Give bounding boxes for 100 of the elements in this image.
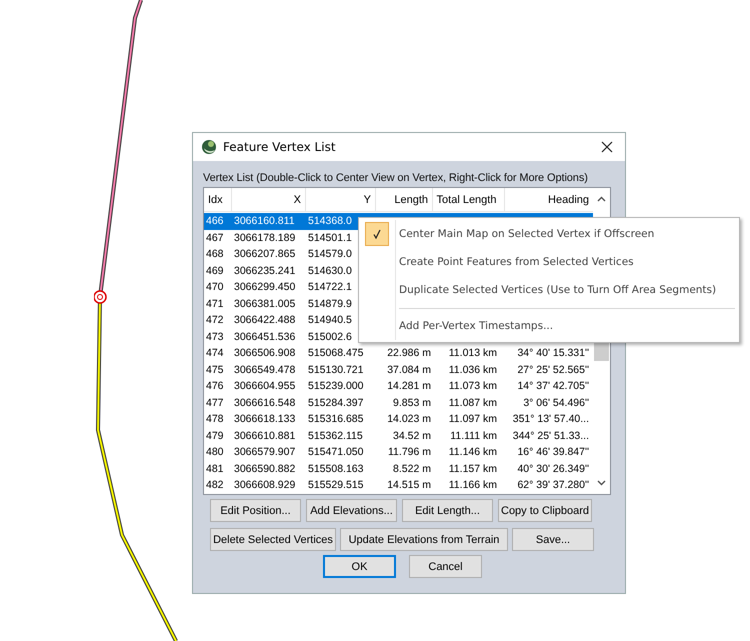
table-cell-text: 3066549.478 (233, 364, 296, 376)
table-cell-text: 469 (205, 264, 225, 277)
vertex-row[interactable]: 480 3066579.907 515471.050 11.796 m 11.146 km 16° 46' 39.847'' (204, 444, 593, 460)
action-button[interactable]: Update Elevations from Terrain (340, 528, 508, 551)
vertex-row[interactable]: 474 3066506.908 515068.475 22.986 m 11.013 km 34° 40' 15.331'' (204, 345, 593, 362)
table-cell-text: 514722.1 (307, 281, 353, 294)
vertex-row[interactable]: 479 3066610.881 515362.115 34.52 m 11.111 km 344° 25' 51.33... (204, 428, 593, 444)
table-cell-text: 476 (205, 380, 225, 392)
scroll-down-icon[interactable] (597, 480, 606, 486)
table-cell-text: 3066604.955 (233, 380, 296, 392)
column-header[interactable]: Y (306, 188, 376, 211)
table-cell-text: 34.52 m (392, 430, 432, 442)
table-cell-text: 3066608.929 (233, 479, 296, 492)
menu-item[interactable]: Create Point Features from Selected Vertices (359, 248, 739, 276)
table-cell-text: 471 (205, 298, 225, 310)
action-button[interactable]: Add Elevations... (306, 499, 397, 522)
vertex-row[interactable]: 481 3066590.882 515508.163 8.522 m 11.157 km 40° 30' 26.349'' (204, 460, 593, 477)
table-cell-text: 467 (205, 232, 225, 244)
table-cell-text: 480 (205, 446, 225, 458)
table-cell-text: 11.097 km (448, 413, 498, 426)
table-cell-text: 62° 39' 37.280'' (516, 479, 590, 492)
action-button[interactable]: Save... (512, 528, 594, 551)
action-button[interactable]: Copy to Clipboard (498, 499, 592, 522)
table-cell-text: 3066618.133 (233, 413, 296, 426)
table-cell-text: 3066381.005 (233, 298, 296, 310)
table-cell-text: 11.111 km (449, 430, 498, 442)
table-cell-text: 3066422.488 (233, 314, 296, 326)
vertex-row[interactable]: 477 3066616.548 515284.397 9.853 m 11.087 km 3° 06' 54.496'' (204, 394, 593, 411)
table-cell-text: 3066579.907 (233, 446, 296, 458)
table-cell-text: 3066160.811 (233, 215, 296, 228)
table-cell-text: 515529.515 (307, 479, 364, 492)
menu-item[interactable]: Duplicate Selected Vertices (Use to Turn Off Area Segments) (359, 276, 739, 304)
table-cell-text: 11.796 m (387, 446, 432, 458)
table-cell-text: 475 (205, 364, 225, 376)
dialog-button[interactable]: OK (323, 555, 396, 578)
scroll-thumb[interactable] (594, 343, 609, 361)
vertex-row[interactable]: 478 3066618.133 515316.685 14.023 m 11.097 km 351° 13' 57.40... (204, 411, 593, 428)
table-cell-text: 478 (205, 413, 225, 426)
table-cell-text: 3066616.548 (233, 396, 296, 409)
table-cell-text: 3066178.189 (233, 232, 296, 244)
dialog-button[interactable]: Cancel (409, 555, 482, 578)
table-cell-text: 3° 06' 54.496'' (522, 396, 590, 409)
table-cell-text: 3066451.536 (233, 330, 296, 343)
column-header[interactable]: Length (376, 188, 433, 211)
column-header[interactable]: X (232, 188, 306, 211)
table-cell-text: 466 (205, 215, 225, 228)
column-header[interactable]: Idx (204, 188, 232, 211)
list-label: Vertex List (Double-Click to Center View on Vertex, Right-Click for More Options) (203, 172, 589, 184)
scroll-up-icon[interactable] (597, 196, 606, 202)
table-cell-text: 11.087 km (448, 396, 498, 409)
close-icon[interactable] (601, 141, 613, 153)
table-cell-text: 3066506.908 (233, 347, 296, 360)
action-button[interactable]: Delete Selected Vertices (210, 528, 336, 551)
table-cell-text: 474 (205, 347, 225, 360)
table-cell-text: 3066235.241 (233, 264, 296, 277)
vertex-row[interactable]: 476 3066604.955 515239.000 14.281 m 11.073 km 14° 37' 42.705'' (204, 378, 593, 394)
table-cell-text: 27° 25' 52.565'' (516, 364, 590, 376)
table-cell-text: 14.023 m (386, 413, 432, 426)
action-button[interactable]: Edit Length... (402, 499, 493, 522)
globe-logo-icon (201, 139, 217, 155)
table-cell-text: 9.853 m (392, 396, 432, 409)
table-cell-text: 11.146 km (448, 446, 498, 458)
table-cell-text: 11.013 km (448, 347, 498, 360)
table-cell-text: 3066610.881 (233, 430, 296, 442)
table-cell-text: 514630.0 (307, 264, 353, 277)
table-cell-text: 514940.5 (307, 314, 353, 326)
table-cell-text: 3066299.450 (233, 281, 296, 294)
table-cell-text: 514879.9 (307, 298, 353, 310)
table-cell-text: 468 (205, 248, 225, 260)
table-cell-text: 14.281 m (386, 380, 432, 392)
action-button[interactable]: Edit Position... (210, 499, 301, 522)
table-cell-text: 515362.115 (307, 430, 364, 442)
table-cell-text: 11.157 km (448, 462, 498, 475)
column-header[interactable]: Heading (505, 188, 593, 211)
table-cell-text: 477 (205, 396, 225, 409)
table-cell-text: 344° 25' 51.33... (512, 430, 590, 442)
table-cell-text: 11.166 km (448, 479, 498, 492)
table-cell-text: 3066207.865 (233, 248, 296, 260)
table-cell-text: 515471.050 (307, 446, 364, 458)
table-cell-text: 14° 37' 42.705'' (516, 380, 590, 392)
table-cell-text: 3066590.882 (233, 462, 296, 475)
table-cell-text: 22.986 m (386, 347, 432, 360)
table-cell-text: 8.522 m (392, 462, 432, 475)
table-cell-text: 351° 13' 57.40... (512, 413, 590, 426)
table-cell-text: 514368.0 (307, 215, 353, 228)
vertex-row[interactable]: 475 3066549.478 515130.721 37.084 m 11.036 km 27° 25' 52.565'' (204, 362, 593, 378)
table-cell-text: 482 (205, 479, 225, 492)
table-cell-text: 515284.397 (307, 396, 364, 409)
table-cell-text: 11.036 km (448, 364, 498, 376)
menu-item[interactable]: Center Main Map on Selected Vertex if Offscreen (359, 220, 739, 248)
table-cell-text: 515508.163 (307, 462, 364, 475)
column-header[interactable]: Total Length (433, 188, 505, 211)
menu-item[interactable]: Add Per-Vertex Timestamps... (359, 312, 739, 340)
table-cell-text: 515239.000 (307, 380, 364, 392)
table-cell-text: 515130.721 (307, 364, 364, 376)
vertex-row[interactable]: 482 3066608.929 515529.515 14.515 m 11.166 km 62° 39' 37.280'' (204, 477, 593, 494)
table-cell-text: 16° 46' 39.847'' (516, 446, 590, 458)
table-cell-text: 515068.475 (307, 347, 364, 360)
table-cell-text: 481 (205, 462, 225, 475)
table-cell-text: 479 (205, 430, 225, 442)
